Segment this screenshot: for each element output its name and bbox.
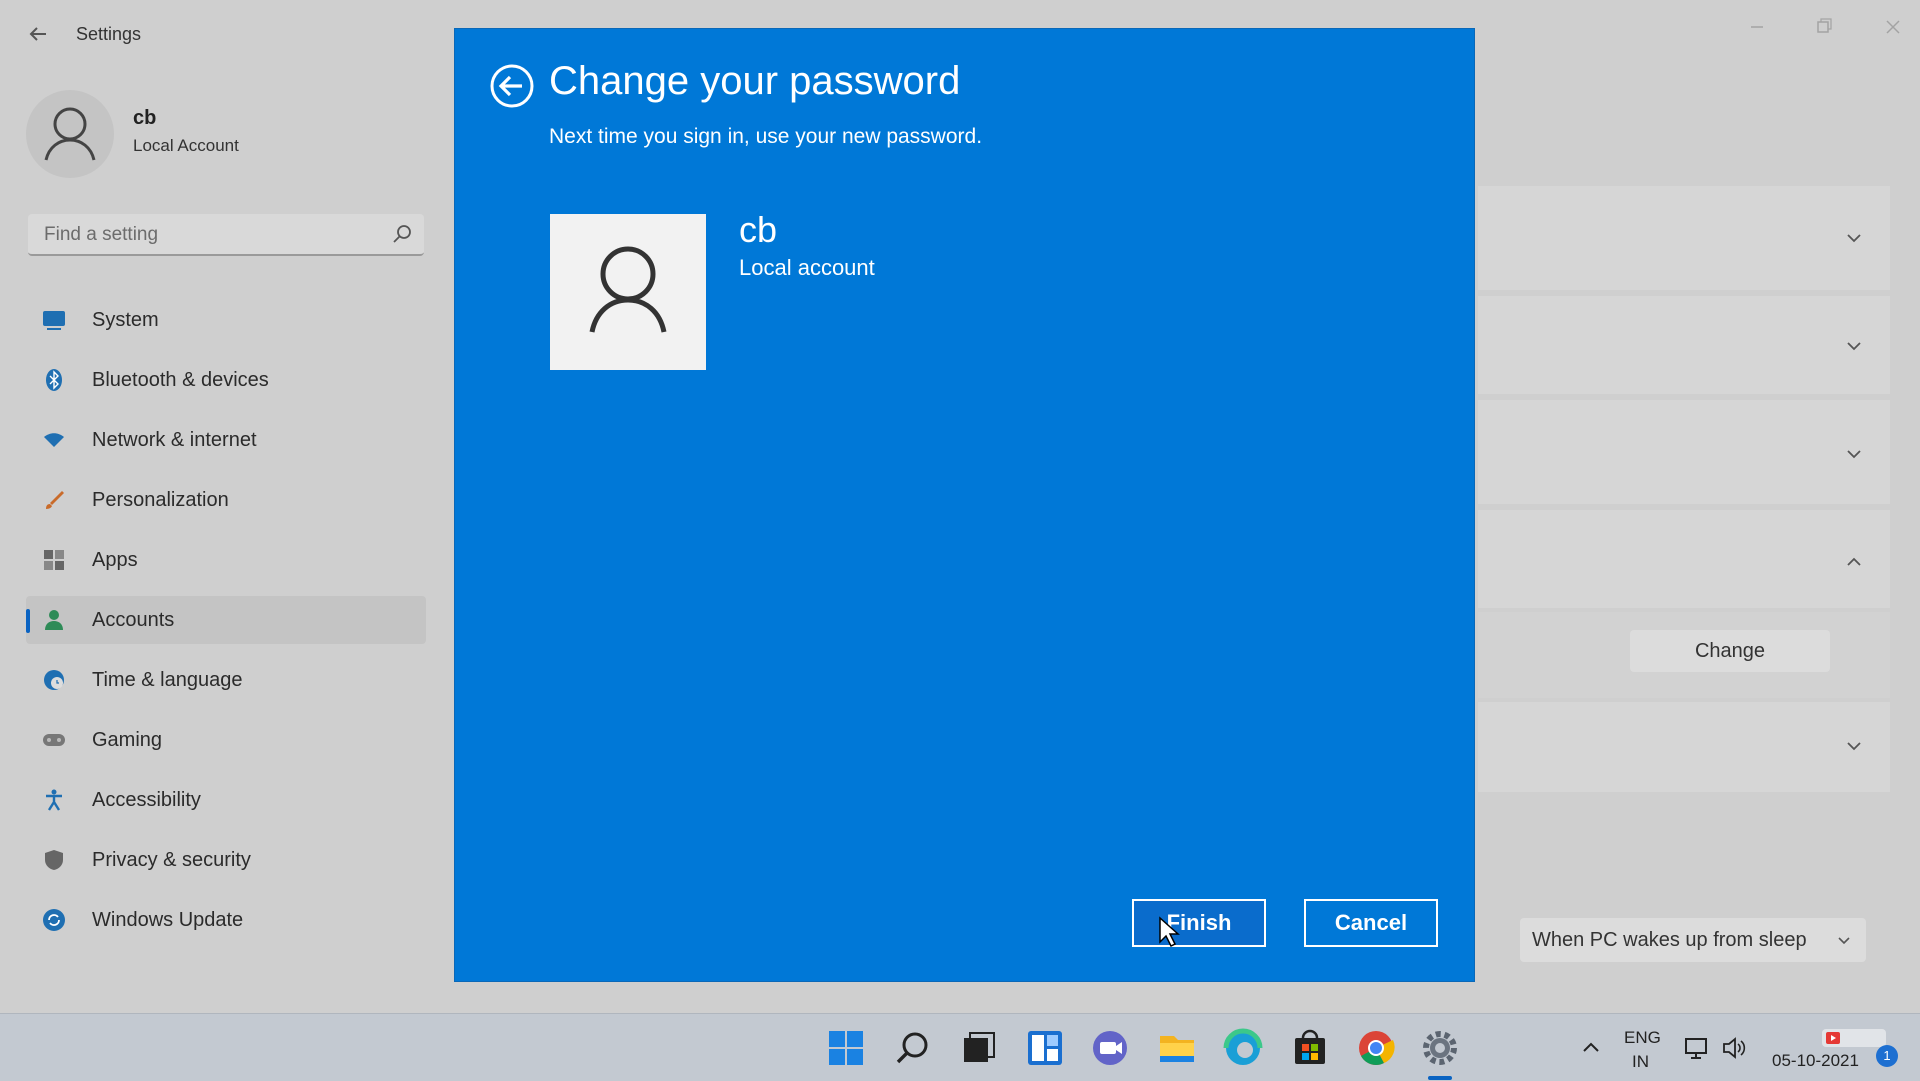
sidebar-item-label: Apps <box>92 549 138 571</box>
sidebar-item-system[interactable]: System <box>26 296 426 344</box>
change-password-dialog: Change your password Next time you sign … <box>455 29 1474 981</box>
dialog-subtitle: Next time you sign in, use your new pass… <box>549 125 983 148</box>
chrome-icon[interactable] <box>1356 1028 1396 1068</box>
sidebar-item-label: Accessibility <box>92 789 201 811</box>
minimize-button[interactable] <box>1734 12 1780 42</box>
region-indicator[interactable]: IN <box>1632 1052 1649 1072</box>
chevron-up-icon[interactable] <box>1844 552 1864 572</box>
selection-indicator <box>26 609 30 633</box>
settings-card[interactable] <box>1478 186 1890 290</box>
apps-icon <box>42 548 66 572</box>
user-name: cb <box>739 209 778 250</box>
sidebar-item-label: System <box>92 309 159 331</box>
search-input[interactable] <box>42 214 386 256</box>
chat-icon[interactable] <box>1090 1028 1130 1068</box>
gamepad-icon <box>42 728 66 752</box>
brush-icon <box>42 488 66 512</box>
back-arrow-icon[interactable] <box>489 63 535 109</box>
mouse-cursor-icon <box>1158 916 1180 948</box>
sign-in-requirement-dropdown[interactable]: When PC wakes up from sleep <box>1520 918 1866 962</box>
close-button[interactable] <box>1870 12 1916 42</box>
sidebar-item-privacy-security[interactable]: Privacy & security <box>26 836 426 884</box>
settings-card-password[interactable] <box>1478 510 1890 608</box>
search-icon[interactable] <box>893 1028 933 1068</box>
notification-badge[interactable]: 1 <box>1876 1045 1898 1067</box>
sidebar-item-time-language[interactable]: Time & language <box>26 656 426 704</box>
subscribe-watermark <box>1820 1027 1888 1049</box>
sidebar-item-network-internet[interactable]: Network & internet <box>26 416 426 464</box>
settings-card[interactable] <box>1478 296 1890 394</box>
store-icon[interactable] <box>1290 1028 1330 1068</box>
shield-icon <box>42 848 66 872</box>
bluetooth-icon <box>42 368 66 392</box>
globe-clock-icon <box>42 668 66 692</box>
sidebar-item-label: Gaming <box>92 729 163 751</box>
sidebar-item-label: Network & internet <box>92 429 257 451</box>
wifi-icon <box>42 428 66 452</box>
profile-name: cb <box>133 107 157 129</box>
cancel-button[interactable]: Cancel <box>1304 899 1438 947</box>
restore-button[interactable] <box>1800 12 1846 42</box>
sidebar-item-gaming[interactable]: Gaming <box>26 716 426 764</box>
widgets-icon[interactable] <box>1025 1028 1065 1068</box>
back-arrow-icon[interactable] <box>24 20 52 48</box>
dialog-title: Change your password <box>549 59 961 103</box>
search-box[interactable] <box>28 214 424 256</box>
chevron-down-icon[interactable] <box>1844 228 1864 248</box>
chevron-up-icon[interactable] <box>1577 1034 1605 1062</box>
sidebar-item-bluetooth-devices[interactable]: Bluetooth & devices <box>26 356 426 404</box>
settings-card[interactable] <box>1478 702 1890 792</box>
app-title: Settings <box>76 24 142 44</box>
sidebar-item-personalization[interactable]: Personalization <box>26 476 426 524</box>
sidebar-item-apps[interactable]: Apps <box>26 536 426 584</box>
sidebar-item-label: Windows Update <box>92 909 244 931</box>
accessibility-icon <box>42 788 66 812</box>
dropdown-selected-value: When PC wakes up from sleep <box>1532 929 1807 951</box>
active-app-indicator <box>1428 1076 1452 1080</box>
sidebar-item-windows-update[interactable]: Windows Update <box>26 896 426 944</box>
volume-icon[interactable] <box>1720 1034 1748 1062</box>
sidebar-item-accounts[interactable]: Accounts <box>26 596 426 644</box>
file-explorer-icon[interactable] <box>1157 1028 1197 1068</box>
taskbar: ENG IN 05-10-2021 1 <box>0 1013 1920 1081</box>
network-icon[interactable] <box>1683 1034 1711 1062</box>
date[interactable]: 05-10-2021 <box>1772 1051 1859 1071</box>
start-icon[interactable] <box>826 1028 866 1068</box>
finish-button[interactable]: Finish <box>1132 899 1266 947</box>
edge-icon[interactable] <box>1223 1028 1263 1068</box>
chevron-down-icon[interactable] <box>1844 336 1864 356</box>
chevron-down-icon[interactable] <box>1844 736 1864 756</box>
chevron-down-icon <box>1834 930 1854 955</box>
change-password-button[interactable]: Change <box>1630 630 1830 672</box>
person-icon <box>42 608 66 632</box>
avatar <box>26 90 114 178</box>
sidebar-item-label: Bluetooth & devices <box>92 369 269 391</box>
settings-card[interactable] <box>1478 400 1890 504</box>
user-account-type: Local account <box>739 255 875 280</box>
sidebar-item-label: Accounts <box>92 609 175 631</box>
monitor-icon <box>42 308 66 332</box>
user-avatar <box>550 214 706 370</box>
update-icon <box>42 908 66 932</box>
language-indicator[interactable]: ENG <box>1624 1028 1661 1048</box>
sidebar-item-label: Privacy & security <box>92 849 251 871</box>
sidebar-item-label: Time & language <box>92 669 243 691</box>
search-icon[interactable] <box>390 222 414 246</box>
profile-account-type: Local Account <box>133 136 239 155</box>
sidebar-item-label: Personalization <box>92 489 229 511</box>
sidebar-item-accessibility[interactable]: Accessibility <box>26 776 426 824</box>
task-view-icon[interactable] <box>958 1028 998 1068</box>
chevron-down-icon[interactable] <box>1844 444 1864 464</box>
settings-icon[interactable] <box>1420 1028 1460 1068</box>
